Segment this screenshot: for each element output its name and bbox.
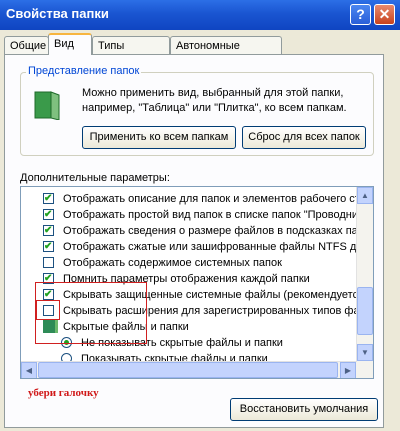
tab-general[interactable]: Общие [4,36,49,55]
title-bar[interactable]: Свойства папки ? ✕ [0,0,400,30]
checkbox[interactable] [43,191,54,207]
folder-views-legend: Представление папок [26,65,142,77]
folder-options-window: Свойства папки ? ✕ Общие Вид Типы файлов… [0,0,400,431]
restore-defaults-button[interactable]: Восстановить умолчания [230,398,378,421]
description-line-1: Можно применить вид, выбранный для этой … [82,87,344,99]
tab-file-types[interactable]: Типы файлов [92,36,170,70]
horizontal-scrollbar[interactable]: ◀ ▶ [21,361,357,378]
folder-view-icon [34,91,60,120]
checkbox[interactable] [43,257,54,268]
help-button[interactable]: ? [350,4,371,25]
checkbox[interactable] [43,223,54,239]
annotation-text: убери галочку [28,387,99,399]
reset-all-folders-button[interactable]: Сброс для всех папок [242,126,366,149]
window-title: Свойства папки [6,6,109,21]
tab-offline-files[interactable]: Автономные файлы [170,36,282,70]
folder-views-description: Можно применить вид, выбранный для этой … [82,86,372,116]
scroll-thumb-horizontal[interactable] [38,362,338,378]
scroll-down-icon[interactable]: ▼ [357,344,373,361]
scroll-right-icon[interactable]: ▶ [340,362,356,378]
scroll-up-icon[interactable]: ▲ [357,187,373,204]
description-line-2: например, "Таблица" или "Плитка", ко все… [82,102,347,114]
tab-view[interactable]: Вид [48,33,92,55]
advanced-settings-label: Дополнительные параметры: [20,172,170,184]
scroll-left-icon[interactable]: ◀ [21,362,37,378]
close-button[interactable]: ✕ [374,4,395,25]
checkbox[interactable] [43,207,54,223]
scroll-thumb[interactable] [357,287,373,335]
annotation-checkbox-highlight [36,300,60,320]
apply-to-all-folders-button[interactable]: Применить ко всем папкам [82,126,236,149]
checkbox[interactable] [43,239,54,255]
vertical-scrollbar[interactable]: ▲ ▼ [356,187,373,378]
